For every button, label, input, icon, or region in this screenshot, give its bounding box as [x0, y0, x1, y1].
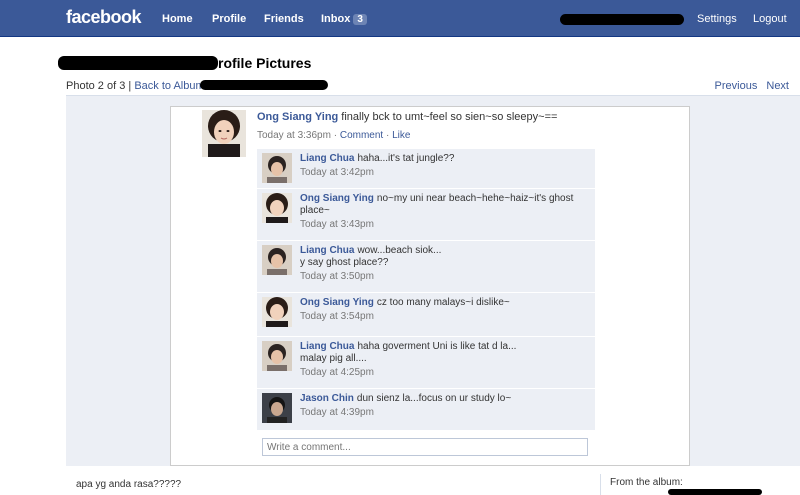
- next-link[interactable]: Next: [766, 80, 789, 92]
- from-album-label: From the album:: [610, 477, 683, 488]
- post-text: Ong Siang Ying finally bck to umt~feel so…: [257, 111, 557, 123]
- comment-item: Liang Chua haha...it's tat jungle?? Today…: [257, 149, 595, 189]
- meta-dot: ·: [333, 130, 338, 141]
- comment-time: Today at 3:43pm: [300, 219, 374, 230]
- breadcrumb-separator: |: [128, 80, 132, 92]
- redacted-breadcrumb: [200, 80, 328, 90]
- comment-item: Liang Chua haha goverment Uni is like tat…: [257, 337, 595, 389]
- meta-dot: ·: [385, 130, 390, 141]
- comment-link[interactable]: Comment: [340, 130, 383, 141]
- sidebar-divider: [600, 474, 601, 495]
- comment-list: Liang Chua haha...it's tat jungle?? Today…: [257, 149, 595, 431]
- comment-input[interactable]: [262, 438, 588, 456]
- photo-position: Photo 2 of 3: [66, 80, 126, 92]
- comment-time: Today at 4:25pm: [300, 367, 374, 378]
- facebook-logo[interactable]: facebook: [66, 7, 142, 28]
- commenter-avatar[interactable]: [262, 193, 292, 223]
- previous-link[interactable]: Previous: [715, 80, 758, 92]
- photo-caption: apa yg anda rasa?????: [76, 479, 182, 490]
- redacted-album-name: [668, 489, 762, 495]
- comment-author[interactable]: Jason Chin: [300, 393, 354, 404]
- redacted-name: [58, 56, 218, 70]
- comment-author[interactable]: Liang Chua: [300, 341, 354, 352]
- comment-author[interactable]: Liang Chua: [300, 245, 354, 256]
- inbox-label: Inbox: [321, 13, 351, 25]
- logout-link[interactable]: Logout: [753, 13, 787, 25]
- comment-time: Today at 3:54pm: [300, 311, 374, 322]
- comment-time: Today at 3:42pm: [300, 167, 374, 178]
- comment-author[interactable]: Ong Siang Ying: [300, 193, 374, 204]
- page-title: rofile Pictures: [218, 55, 312, 71]
- top-bar: facebook Home Profile Friends Inbox 3 Set…: [0, 0, 800, 37]
- comment-author[interactable]: Liang Chua: [300, 153, 354, 164]
- inbox-count-badge: 3: [353, 14, 367, 25]
- comment-text-line2: malay pig all....: [300, 353, 367, 364]
- nav-profile[interactable]: Profile: [212, 13, 246, 25]
- comment-author[interactable]: Ong Siang Ying: [300, 297, 374, 308]
- post-time: Today at 3:36pm: [257, 130, 331, 141]
- comment-time: Today at 3:50pm: [300, 271, 374, 282]
- nav-inbox[interactable]: Inbox 3: [321, 13, 367, 25]
- comment-text: haha goverment Uni is like tat d la...: [357, 341, 517, 352]
- comment-text: wow...beach siok...: [357, 245, 442, 256]
- photo-pager: Previous Next: [709, 80, 789, 92]
- commenter-avatar[interactable]: [262, 393, 292, 423]
- profile-photo[interactable]: [202, 110, 246, 157]
- commenter-avatar[interactable]: [262, 297, 292, 327]
- comment-time: Today at 4:39pm: [300, 407, 374, 418]
- nav-friends[interactable]: Friends: [264, 13, 304, 25]
- comment-text: haha...it's tat jungle??: [357, 153, 455, 164]
- comment-text-line2: y say ghost place??: [300, 257, 389, 268]
- comment-item: Liang Chua wow...beach siok... y say ghost…: [257, 241, 595, 293]
- like-link[interactable]: Like: [392, 130, 410, 141]
- comment-item: Jason Chin dun sienz la...focus on ur stu…: [257, 389, 595, 431]
- commenter-avatar[interactable]: [262, 245, 292, 275]
- settings-link[interactable]: Settings: [697, 13, 737, 25]
- commenter-avatar[interactable]: [262, 153, 292, 183]
- post-author[interactable]: Ong Siang Ying: [257, 111, 338, 123]
- comment-text: dun sienz la...focus on ur study lo~: [356, 393, 512, 404]
- nav-home[interactable]: Home: [162, 13, 193, 25]
- post-meta: Today at 3:36pm · Comment · Like: [257, 130, 410, 141]
- commenter-avatar[interactable]: [262, 341, 292, 371]
- comment-item: Ong Siang Ying no~my uni near beach~hehe~…: [257, 189, 595, 241]
- photo-breadcrumb: Photo 2 of 3 | Back to Album: [66, 80, 205, 92]
- comment-item: Ong Siang Ying cz too many malays~i disli…: [257, 293, 595, 337]
- post-body: finally bck to umt~feel so sien~so sleep…: [341, 111, 558, 123]
- back-to-album-link[interactable]: Back to Album: [134, 80, 204, 92]
- comment-text: cz too many malays~i dislike~: [376, 297, 510, 308]
- redacted-username: [560, 14, 684, 25]
